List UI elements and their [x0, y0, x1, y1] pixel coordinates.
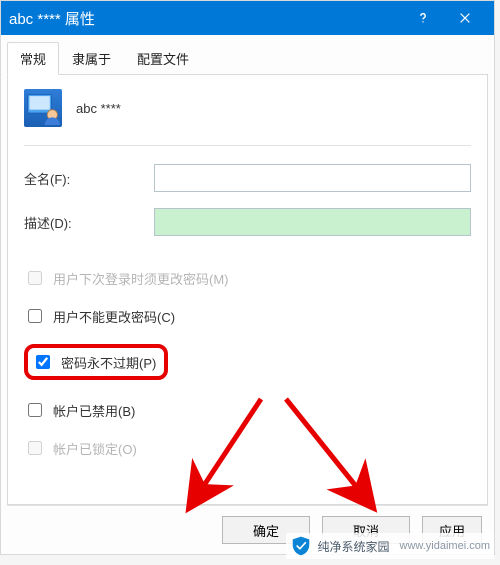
close-button[interactable]: [444, 1, 486, 35]
check-cannotchange[interactable]: 用户不能更改密码(C): [24, 306, 471, 326]
description-label: 描述(D):: [24, 213, 154, 232]
description-field[interactable]: [154, 208, 471, 236]
client-area: 常规 隶属于 配置文件 abc **** 全名(F):: [1, 35, 494, 554]
watermark-text: 纯净系统家园: [318, 538, 390, 555]
watermark-url: www.yidaimei.com: [400, 540, 490, 552]
checkbox-locked: [28, 441, 42, 455]
check-locked-label: 帐户已锁定(O): [53, 439, 137, 458]
check-disabled-label: 帐户已禁用(B): [53, 401, 135, 420]
window-frame: abc **** 属性 常规 隶属于 配置文件: [0, 0, 495, 555]
fullname-label: 全名(F):: [24, 169, 154, 188]
checkbox-cannotchange[interactable]: [28, 309, 42, 323]
tab-profile[interactable]: 配置文件: [124, 42, 202, 75]
description-row: 描述(D):: [24, 208, 471, 236]
window-title: abc **** 属性: [9, 8, 402, 29]
check-disabled[interactable]: 帐户已禁用(B): [24, 400, 471, 420]
check-cannotchange-label: 用户不能更改密码(C): [53, 307, 175, 326]
check-mustchange-label: 用户下次登录时须更改密码(M): [53, 269, 229, 288]
checkbox-neverexpire[interactable]: [36, 355, 50, 369]
tabs-strip: 常规 隶属于 配置文件: [7, 41, 488, 75]
tab-general[interactable]: 常规: [7, 42, 59, 75]
titlebar: abc **** 属性: [1, 1, 494, 35]
checkbox-mustchange: [28, 271, 42, 285]
help-button[interactable]: [402, 1, 444, 35]
divider: [24, 145, 471, 146]
shield-icon: [290, 535, 312, 557]
check-locked: 帐户已锁定(O): [24, 438, 471, 458]
account-header: abc ****: [24, 89, 471, 127]
user-icon: [24, 89, 62, 127]
fullname-row: 全名(F):: [24, 164, 471, 192]
check-neverexpire-label: 密码永不过期(P): [61, 353, 156, 372]
watermark: 纯净系统家园 www.yidaimei.com: [286, 533, 494, 559]
check-mustchange: 用户下次登录时须更改密码(M): [24, 268, 471, 288]
account-name: abc ****: [76, 101, 121, 116]
tab-memberof[interactable]: 隶属于: [59, 42, 124, 75]
check-neverexpire[interactable]: 密码永不过期(P): [32, 352, 156, 372]
highlight-neverexpire: 密码永不过期(P): [24, 344, 168, 380]
checkbox-disabled[interactable]: [28, 403, 42, 417]
tab-content: abc **** 全名(F): 描述(D): 用户下次登录时须更改密码(M) 用…: [7, 75, 488, 505]
fullname-field[interactable]: [154, 164, 471, 192]
